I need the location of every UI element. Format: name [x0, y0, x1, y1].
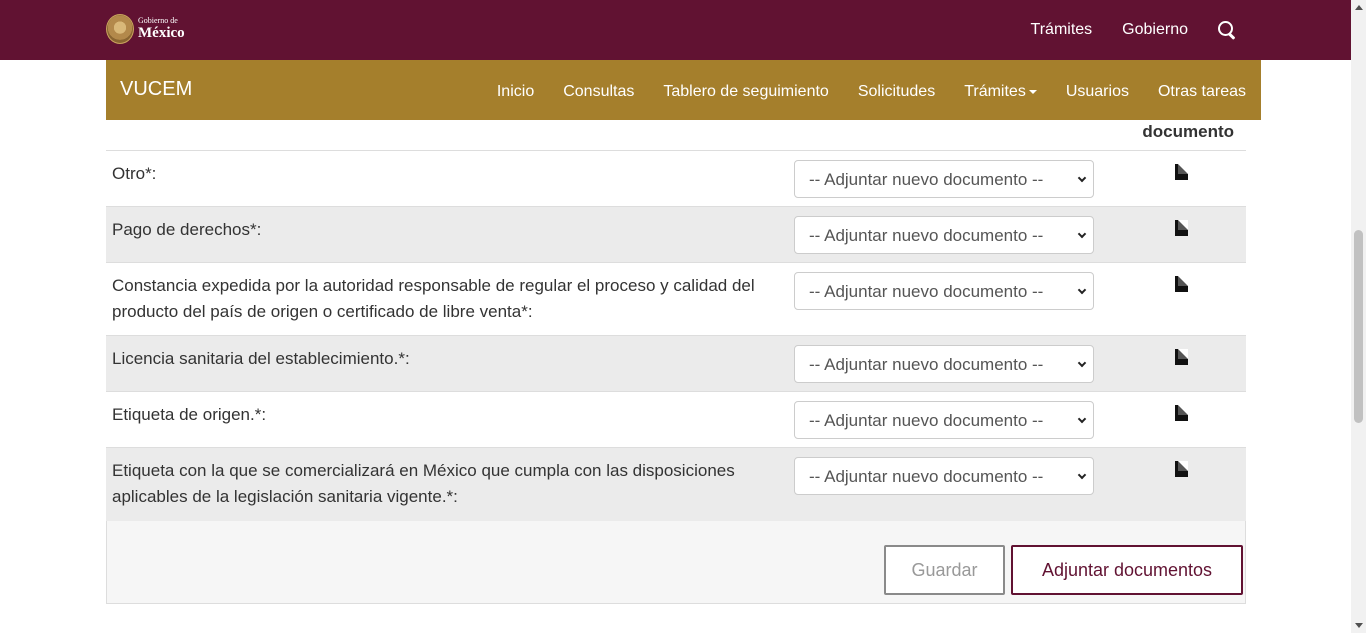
attach-document-select[interactable]: -- Adjuntar nuevo documento -- — [794, 401, 1094, 439]
row-label: Otro*: — [112, 161, 787, 187]
row-label: Etiqueta con la que se comercializará en… — [112, 458, 787, 510]
row-label: Pago de derechos*: — [112, 217, 787, 243]
table-row: Pago de derechos*: -- Adjuntar nuevo doc… — [106, 207, 1246, 263]
file-icon[interactable] — [1175, 164, 1188, 180]
row-label: Etiqueta de origen.*: — [112, 402, 787, 428]
vucem-nav-menu: Inicio Consultas Tablero de seguimiento … — [497, 60, 1246, 120]
table-row: Etiqueta con la que se comercializará en… — [106, 448, 1246, 522]
search-icon[interactable] — [1218, 21, 1236, 39]
row-label-text: Constancia expedida por la autoridad res… — [112, 276, 755, 321]
attach-document-select[interactable]: -- Adjuntar nuevo documento -- — [794, 272, 1094, 310]
file-icon[interactable] — [1175, 276, 1188, 292]
nav-tramites-label: Trámites — [964, 83, 1026, 100]
row-label-text: Etiqueta con la que se comercializará en… — [112, 461, 735, 506]
table-row: Otro*: -- Adjuntar nuevo documento -- — [106, 151, 1246, 207]
table-row: Etiqueta de origen.*: -- Adjuntar nuevo … — [106, 392, 1246, 448]
caret-down-icon — [1028, 89, 1037, 94]
seal-icon — [106, 14, 134, 44]
attach-document-select[interactable]: -- Adjuntar nuevo documento -- — [794, 216, 1094, 254]
required-mark: *: — [398, 349, 410, 368]
column-header-documento: documento — [1142, 122, 1234, 141]
nav-usuarios[interactable]: Usuarios — [1066, 83, 1129, 101]
nav-otras-tareas[interactable]: Otras tareas — [1158, 83, 1246, 101]
row-label: Licencia sanitaria del establecimiento.*… — [112, 346, 787, 372]
table-header: documento — [106, 120, 1246, 151]
row-label-text: Pago de derechos — [112, 220, 250, 239]
logo-big-text: México — [138, 25, 185, 41]
file-icon[interactable] — [1175, 349, 1188, 365]
table-row: Licencia sanitaria del establecimiento.*… — [106, 336, 1246, 392]
form-footer: Guardar Adjuntar documentos — [106, 521, 1246, 604]
gov-nav-gobierno[interactable]: Gobierno — [1122, 21, 1188, 39]
documents-table: documento Otro*: -- Adjuntar nuevo docum… — [106, 120, 1246, 522]
required-mark: *: — [250, 220, 262, 239]
file-icon[interactable] — [1175, 405, 1188, 421]
table-row: Constancia expedida por la autoridad res… — [106, 263, 1246, 336]
row-label-text: Licencia sanitaria del establecimiento. — [112, 349, 399, 368]
save-button[interactable]: Guardar — [884, 545, 1005, 595]
row-label: Constancia expedida por la autoridad res… — [112, 273, 787, 325]
logo-small-text: Gobierno de — [138, 16, 178, 25]
required-mark: *: — [521, 302, 533, 321]
nav-tablero[interactable]: Tablero de seguimiento — [663, 83, 828, 101]
attach-document-select[interactable]: -- Adjuntar nuevo documento -- — [794, 457, 1094, 495]
attach-document-select[interactable]: -- Adjuntar nuevo documento -- — [794, 160, 1094, 198]
gov-nav: Trámites Gobierno — [1031, 0, 1236, 60]
required-mark: *: — [254, 405, 267, 424]
nav-solicitudes[interactable]: Solicitudes — [858, 83, 935, 101]
required-mark: *: — [446, 487, 458, 506]
gov-logo[interactable]: Gobierno de México — [106, 14, 185, 44]
vucem-brand[interactable]: VUCEM — [120, 78, 192, 101]
page-scrollbar[interactable] — [1351, 0, 1366, 633]
gov-header: Gobierno de México Trámites Gobierno — [0, 0, 1351, 60]
file-icon[interactable] — [1175, 220, 1188, 236]
row-label-text: Otro — [112, 164, 146, 183]
vucem-navbar: VUCEM Inicio Consultas Tablero de seguim… — [106, 60, 1261, 120]
gov-nav-tramites[interactable]: Trámites — [1031, 21, 1093, 39]
attach-documents-button[interactable]: Adjuntar documentos — [1011, 545, 1243, 595]
nav-tramites-dropdown[interactable]: Trámites — [964, 83, 1037, 101]
scroll-down-icon[interactable] — [1355, 623, 1363, 628]
scroll-up-icon[interactable] — [1355, 5, 1363, 10]
nav-inicio[interactable]: Inicio — [497, 83, 534, 101]
required-mark: *: — [145, 164, 157, 183]
scroll-thumb[interactable] — [1354, 230, 1363, 423]
attach-document-select[interactable]: -- Adjuntar nuevo documento -- — [794, 345, 1094, 383]
nav-consultas[interactable]: Consultas — [563, 83, 634, 101]
file-icon[interactable] — [1175, 461, 1188, 477]
row-label-text: Etiqueta de origen. — [112, 405, 255, 424]
